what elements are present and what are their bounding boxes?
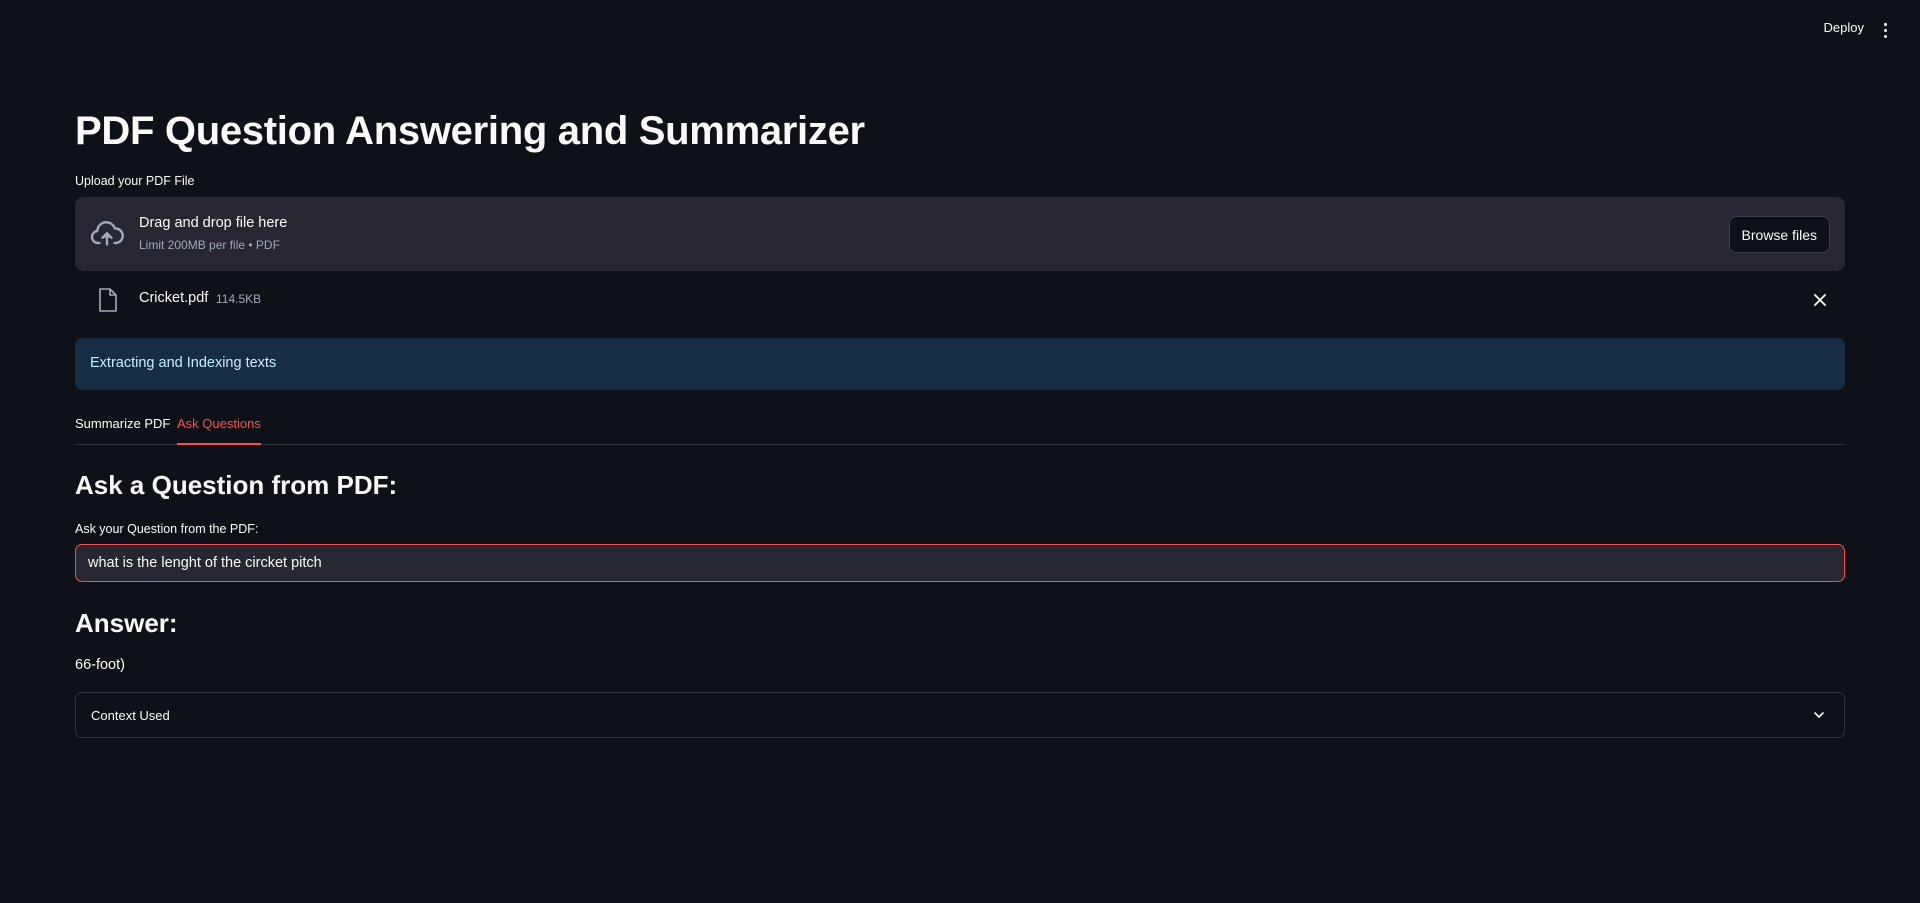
tab-bar: Summarize PDF Ask Questions <box>75 413 1845 445</box>
question-input-label: Ask your Question from the PDF: <box>75 522 259 536</box>
chevron-down-icon <box>1814 712 1824 718</box>
file-dropzone[interactable]: Drag and drop file here Limit 200MB per … <box>75 197 1845 271</box>
top-bar: Deploy <box>0 0 1920 60</box>
more-vertical-icon[interactable] <box>1878 19 1892 41</box>
question-heading: Ask a Question from PDF: <box>75 470 398 500</box>
expander-label: Context Used <box>91 708 170 723</box>
page-title: PDF Question Answering and Summarizer <box>75 109 865 153</box>
question-input[interactable] <box>75 544 1845 582</box>
dropzone-limit: Limit 200MB per file • PDF <box>139 238 280 252</box>
tab-ask-questions[interactable]: Ask Questions <box>177 416 261 445</box>
answer-heading: Answer: <box>75 608 178 638</box>
cloud-upload-icon <box>90 221 124 246</box>
upload-label: Upload your PDF File <box>75 174 195 188</box>
file-size: 114.5KB <box>216 292 262 306</box>
file-icon <box>99 288 117 312</box>
context-expander[interactable]: Context Used <box>75 692 1845 738</box>
uploaded-file-row: Cricket.pdf 114.5KB <box>75 285 1845 317</box>
file-name: Cricket.pdf <box>139 290 209 306</box>
close-icon[interactable] <box>1811 291 1829 309</box>
info-alert: Extracting and Indexing texts <box>75 338 1845 390</box>
tab-summarize-pdf[interactable]: Summarize PDF <box>75 416 170 445</box>
answer-text: 66-foot) <box>75 657 125 673</box>
browse-files-button[interactable]: Browse files <box>1728 216 1830 253</box>
deploy-button[interactable]: Deploy <box>1824 20 1864 35</box>
dropzone-title: Drag and drop file here <box>139 215 288 231</box>
